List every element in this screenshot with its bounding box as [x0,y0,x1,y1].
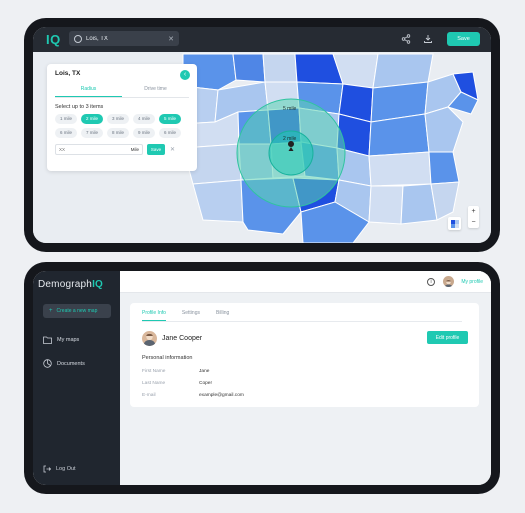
sidebar: DemographIQ + Create a new map My maps D… [33,271,120,485]
map-device-frame: IQ ✕ Save [24,18,500,252]
field-value: example@gmail.com [199,393,244,398]
chip-2-mile[interactable]: 2 mile [81,114,103,124]
search-bar[interactable]: ✕ [69,31,179,46]
field-value: Coper [199,381,213,386]
layer-swatch [455,224,459,228]
chip-9-mile[interactable]: 9 mile [133,128,155,138]
tab-profile-info[interactable]: Profile Info [142,310,166,321]
edit-profile-button[interactable]: Edit profile [427,331,468,344]
field-email: E-mail example@gmail.com [142,393,244,398]
logout-button[interactable]: Log Out [43,465,76,473]
logo-text: Demograph [38,279,93,290]
profile-screen: DemographIQ + Create a new map My maps D… [33,271,491,485]
sidebar-logo[interactable]: DemographIQ [38,279,103,290]
state-region [368,151,432,187]
close-icon[interactable]: ✕ [170,146,175,153]
share-icon[interactable] [401,34,411,44]
plus-icon: + [49,308,53,314]
custom-radius-row: Mile Save ✕ [55,144,189,155]
create-map-label: Create a new map [56,308,98,314]
unit-label: Mile [130,147,139,152]
layer-swatch [451,224,455,228]
user-name: Jane Cooper [162,335,203,342]
panel-tabs: Radius Drive time [55,86,189,98]
profile-tabs: Profile Info Settings Billing [142,310,462,322]
layers-button[interactable] [448,217,461,230]
state-region [232,53,266,83]
section-title: Personal information [142,355,193,361]
chip-4-mile[interactable]: 4 mile [133,114,155,124]
content-header: i My profile [120,271,491,293]
panel-title: Lois, TX [55,70,81,77]
tab-settings[interactable]: Settings [182,310,200,321]
download-icon[interactable] [423,34,433,44]
chip-7-mile[interactable]: 7 mile [81,128,103,138]
pie-chart-icon [43,359,52,368]
zoom-in-button[interactable]: + [468,206,479,217]
map-screen: IQ ✕ Save [33,27,491,243]
clear-search-icon[interactable]: ✕ [168,35,174,43]
avatar [142,331,157,346]
zoom-control: + − [468,206,479,228]
select-instruction: Select up to 3 items [55,104,104,110]
sidebar-item-documents[interactable]: Documents [43,359,85,368]
folder-icon [43,336,52,344]
logout-icon [43,465,51,473]
sidebar-item-label: My maps [57,337,80,343]
state-region [368,185,404,225]
chip-5-mile[interactable]: 5 mile [159,114,181,124]
create-map-button[interactable]: + Create a new map [43,304,111,318]
radius-panel: Lois, TX ‹ Radius Drive time Select up t… [47,64,197,171]
collapse-panel-icon[interactable]: ‹ [180,70,190,80]
app-logo[interactable]: IQ [46,32,61,47]
profile-card: Profile Info Settings Billing Jane Coope… [130,303,479,407]
tab-billing[interactable]: Billing [216,310,229,321]
search-icon [74,34,82,43]
sidebar-item-my-maps[interactable]: My maps [43,336,79,344]
sidebar-item-label: Documents [57,360,85,367]
outer-radius-label: 5 mile [283,106,297,112]
inner-radius-label: 2 mile [283,136,297,142]
header-avatar[interactable] [443,276,454,287]
custom-radius-field[interactable]: Mile [55,144,143,155]
info-icon[interactable]: i [427,278,435,286]
field-label: Last Name [142,381,166,386]
main-content: i My profile Profile Info Settings Billi… [120,271,491,485]
field-label: E-mail [142,393,156,398]
field-first-name: First Name Jane [142,369,209,374]
profile-device-frame: DemographIQ + Create a new map My maps D… [24,262,500,494]
search-input[interactable] [86,35,166,42]
field-value: Jane [199,369,210,374]
chip-3-mile[interactable]: 3 mile [107,114,129,124]
radius-chips: 1 mile 2 mile 3 mile 4 mile 5 mile 6 mil… [55,114,189,138]
zoom-out-button[interactable]: − [468,217,479,228]
tab-radius[interactable]: Radius [55,86,122,97]
chip-6-mile[interactable]: 6 mile [55,128,77,138]
custom-radius-input[interactable] [59,147,119,152]
map-topbar: IQ ✕ Save [33,27,491,52]
field-label: First Name [142,369,166,374]
tab-drive-time[interactable]: Drive time [122,86,189,97]
save-map-button[interactable]: Save [447,32,480,46]
chip-1-mile[interactable]: 1 mile [55,114,77,124]
layer-swatch [451,220,455,224]
my-profile-link[interactable]: My profile [461,279,483,285]
logout-label: Log Out [56,466,76,472]
save-radius-button[interactable]: Save [147,144,165,155]
state-region [262,53,298,83]
chip-6-mile-alt[interactable]: 6 mile [159,128,181,138]
layer-swatch [455,220,459,224]
field-last-name: Last Name Coper [142,381,212,386]
logo-accent: IQ [92,279,104,290]
chip-8-mile[interactable]: 8 mile [107,128,129,138]
